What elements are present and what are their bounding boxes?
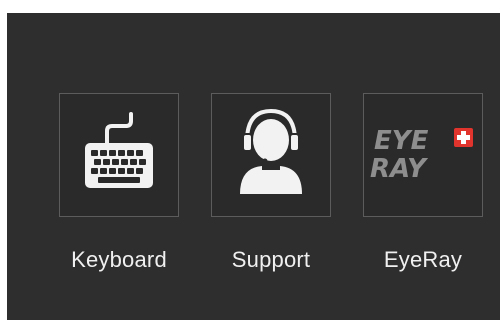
eyeray-logo-bottom: RAY	[370, 154, 429, 184]
support-tile[interactable]	[211, 93, 331, 217]
eyeray-label[interactable]: EyeRay	[348, 245, 498, 275]
eyeray-tile[interactable]: EYE RAY	[363, 93, 483, 217]
eyeray-logo-top: EYE	[374, 126, 429, 156]
support-label[interactable]: Support	[196, 245, 346, 275]
eyeray-logo: EYE RAY	[370, 126, 473, 184]
support-headset-icon	[240, 108, 302, 194]
keyboard-tile[interactable]	[59, 93, 179, 217]
keyboard-icon	[85, 112, 153, 188]
launcher-panel: EYE RAY Keyboard Support EyeRay	[7, 13, 500, 320]
keyboard-label[interactable]: Keyboard	[44, 245, 194, 275]
